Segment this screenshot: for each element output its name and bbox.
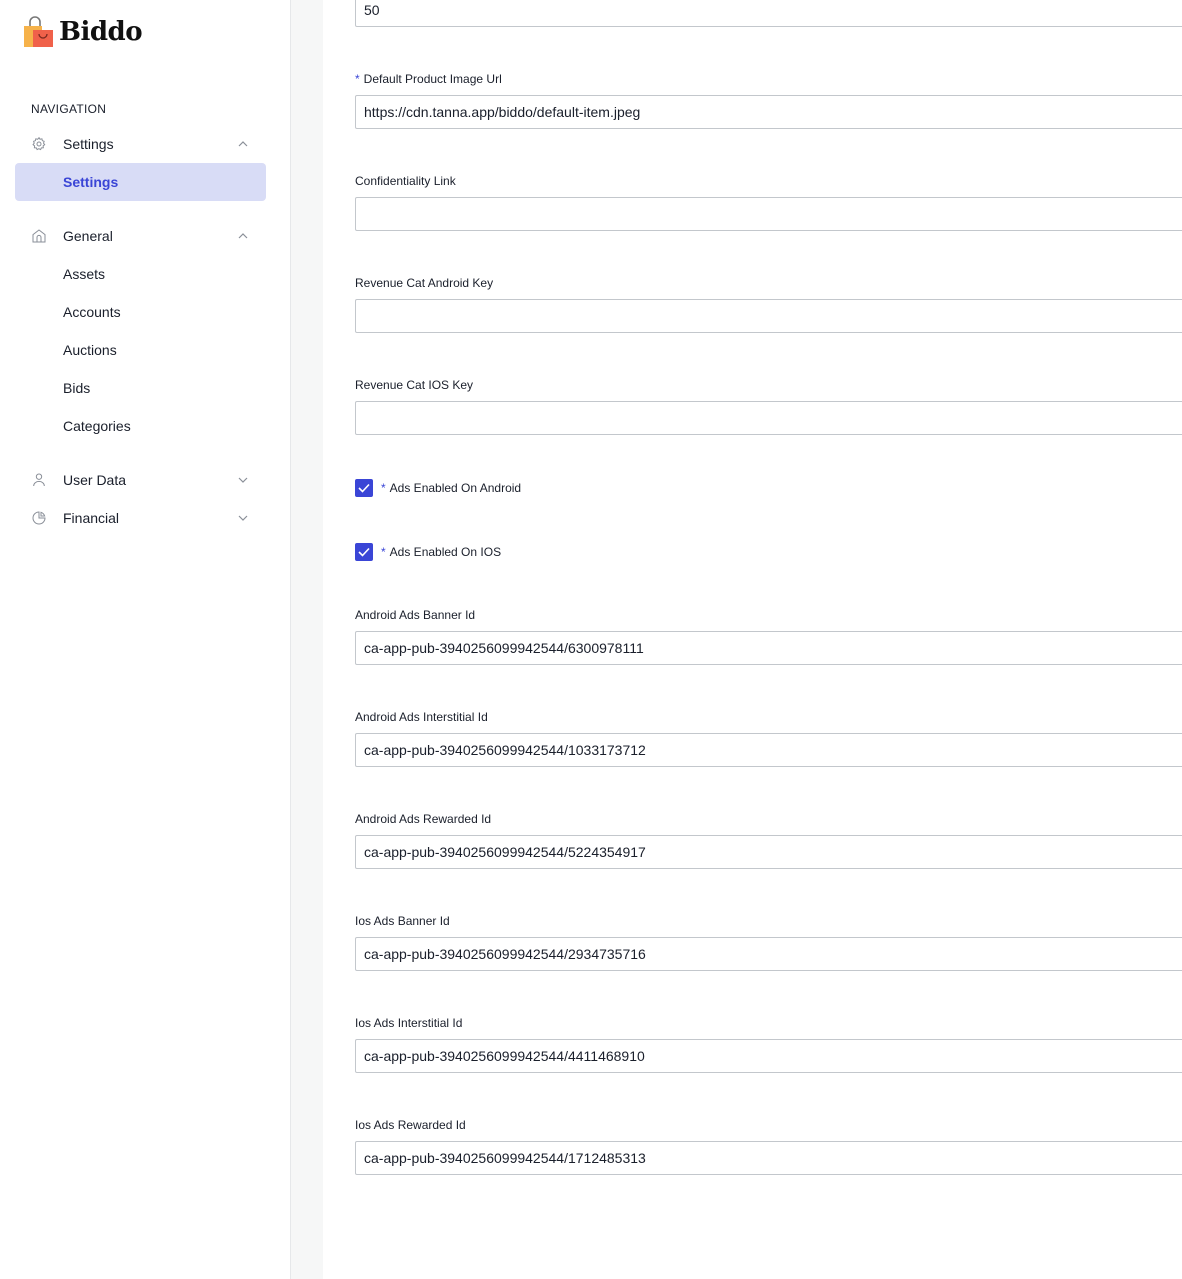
user-icon (33, 473, 45, 487)
sidebar: Biddo NAVIGATION Settings Settings Gener… (0, 0, 291, 1279)
sidebar-item-settings[interactable]: Settings (15, 163, 266, 201)
sidebar-item-accounts[interactable]: Accounts (15, 293, 266, 331)
sidebar-group-label: General (63, 228, 113, 244)
sidebar-item-categories[interactable]: Categories (15, 407, 266, 445)
content-gutter (291, 0, 323, 1279)
sidebar-group-label: User Data (63, 472, 127, 488)
ads-enabled-android-row: * Ads Enabled On Android (355, 479, 521, 497)
required-marker: * (381, 545, 386, 559)
confidentiality-link-label: Confidentiality Link (355, 174, 456, 188)
sidebar-item-label: Assets (63, 266, 106, 282)
sidebar-item-label: Auctions (63, 342, 117, 358)
checkmark-icon (358, 483, 370, 493)
ads-enabled-android-checkbox[interactable] (355, 479, 373, 497)
app-name: Biddo (59, 17, 143, 47)
android-ads-interstitial-id-input[interactable] (355, 733, 1182, 767)
android-ads-banner-id-label: Android Ads Banner Id (355, 608, 476, 622)
pie-chart-icon (32, 511, 46, 525)
android-ads-banner-id-input[interactable] (355, 631, 1182, 665)
ios-ads-rewarded-id-label: Ios Ads Rewarded Id (355, 1118, 466, 1132)
ads-enabled-ios-label: * Ads Enabled On IOS (381, 545, 501, 559)
android-ads-interstitial-id-label: Android Ads Interstitial Id (355, 710, 488, 724)
sidebar-item-auctions[interactable]: Auctions (15, 331, 266, 369)
label-text: Ads Enabled On Android (389, 481, 522, 495)
sidebar-group-general[interactable]: General (15, 217, 266, 255)
confidentiality-link-input[interactable] (355, 197, 1182, 231)
sidebar-item-label: Accounts (63, 304, 121, 320)
revenue-cat-android-key-input[interactable] (355, 299, 1182, 333)
android-ads-rewarded-id-input[interactable] (355, 835, 1182, 869)
ios-ads-banner-id-input[interactable] (355, 937, 1182, 971)
label-text: Default Product Image Url (363, 72, 502, 86)
home-icon (32, 229, 46, 243)
shopping-bag-icon (24, 16, 53, 47)
sidebar-item-label: Settings (63, 174, 119, 190)
chevron-up-icon (238, 233, 248, 239)
sidebar-item-bids[interactable]: Bids (15, 369, 266, 407)
sidebar-group-financial[interactable]: Financial (15, 499, 266, 537)
sidebar-group-label: Financial (63, 510, 120, 526)
revenue-cat-ios-key-label: Revenue Cat IOS Key (355, 378, 474, 392)
chevron-down-icon (238, 477, 248, 483)
ads-enabled-android-label: * Ads Enabled On Android (381, 481, 521, 495)
sidebar-group-settings[interactable]: Settings (15, 125, 266, 163)
settings-form: *Default Product Image Url Confidentiali… (323, 0, 1182, 1279)
chevron-up-icon (238, 141, 248, 147)
required-marker: * (381, 481, 386, 495)
ios-ads-banner-id-label: Ios Ads Banner Id (355, 914, 450, 928)
checkmark-icon (358, 547, 370, 557)
sidebar-item-label: Categories (63, 418, 131, 434)
revenue-cat-android-key-label: Revenue Cat Android Key (355, 276, 494, 290)
sidebar-group-user-data[interactable]: User Data (15, 461, 266, 499)
top-number-input[interactable] (355, 0, 1182, 27)
default-product-image-url-input[interactable] (355, 95, 1182, 129)
gear-icon (32, 136, 46, 151)
required-marker: * (355, 72, 360, 86)
label-text: Ads Enabled On IOS (389, 545, 502, 559)
android-ads-rewarded-id-label: Android Ads Rewarded Id (355, 812, 492, 826)
default-product-image-url-label: * Default Product Image Url (355, 72, 502, 86)
revenue-cat-ios-key-input[interactable] (355, 401, 1182, 435)
sidebar-item-assets[interactable]: Assets (15, 255, 266, 293)
logo[interactable]: Biddo (22, 16, 143, 48)
sidebar-item-label: Bids (63, 380, 91, 396)
ads-enabled-ios-row: * Ads Enabled On IOS (355, 543, 501, 561)
nav-heading: NAVIGATION (31, 102, 107, 116)
sidebar-group-label: Settings (63, 136, 114, 152)
chevron-down-icon (238, 515, 248, 521)
ios-ads-interstitial-id-label: Ios Ads Interstitial Id (355, 1016, 463, 1030)
ios-ads-rewarded-id-input[interactable] (355, 1141, 1182, 1175)
ads-enabled-ios-checkbox[interactable] (355, 543, 373, 561)
ios-ads-interstitial-id-input[interactable] (355, 1039, 1182, 1073)
